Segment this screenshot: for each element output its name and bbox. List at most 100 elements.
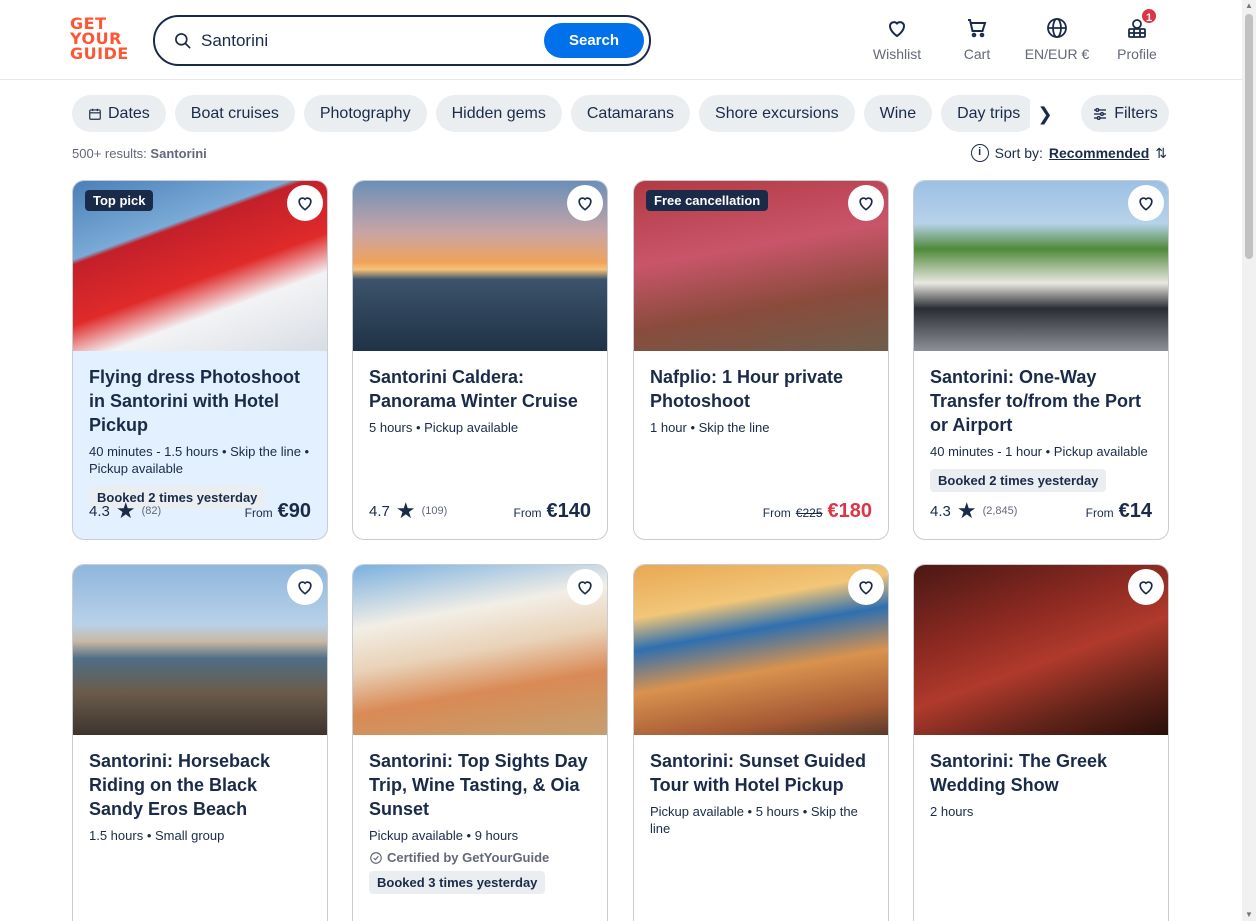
activity-card[interactable]: Santorini: Sunset Guided Tour with Hotel… — [633, 564, 889, 921]
activity-image — [914, 181, 1168, 351]
chip-label: Photography — [319, 104, 411, 122]
locale-label: EN/EUR € — [1024, 46, 1090, 62]
cart-icon — [968, 19, 987, 38]
scrollbar-thumb[interactable] — [1245, 14, 1253, 259]
price: From €90 — [245, 500, 311, 523]
certified-check-icon — [370, 851, 382, 864]
card-tag: Top pick — [85, 190, 154, 211]
wishlist-toggle[interactable] — [287, 185, 323, 221]
rating-value: 4.3 — [89, 502, 110, 520]
activity-card[interactable]: Free cancellation Nafplio: 1 Hour privat… — [633, 180, 889, 540]
heart-icon — [578, 197, 592, 211]
results-query: Santorini — [150, 146, 207, 161]
heart-icon — [1139, 581, 1153, 595]
sort-control[interactable]: i Sort by: Recommended ⇅ — [970, 144, 1167, 162]
card-title[interactable]: Santorini: Horseback Riding on the Black… — [89, 749, 311, 821]
card-meta: 5 hours • Pickup available — [369, 420, 519, 435]
card-title[interactable]: Santorini: Sunset Guided Tour with Hotel… — [650, 749, 872, 797]
chip-label: Dates — [108, 104, 150, 122]
wishlist-toggle[interactable] — [287, 569, 323, 605]
sale-price: €180 — [827, 499, 873, 522]
wishlist-toggle[interactable] — [848, 569, 884, 605]
wishlist-toggle[interactable] — [1128, 569, 1164, 605]
chip-shore-excursions[interactable]: Shore excursions — [699, 95, 855, 132]
cart-nav[interactable]: Cart — [932, 16, 1022, 62]
profile-notification-badge: 1 — [1140, 7, 1158, 25]
activity-card[interactable]: Santorini: Horseback Riding on the Black… — [72, 564, 328, 921]
logo-line-3: GUIDE — [70, 44, 129, 63]
chip-label: Wine — [879, 104, 917, 122]
activity-image: Free cancellation — [634, 181, 888, 351]
cart-label: Cart — [963, 46, 991, 62]
activity-card[interactable]: Santorini: The Greek Wedding Show 2 hour… — [913, 564, 1169, 921]
wishlist-nav[interactable]: Wishlist — [852, 16, 942, 62]
wishlist-label: Wishlist — [872, 46, 922, 62]
card-title[interactable]: Santorini: One-Way Transfer to/from the … — [930, 365, 1152, 437]
activity-image — [914, 565, 1168, 735]
profile-nav[interactable]: 1 Profile — [1092, 7, 1182, 62]
wishlist-toggle[interactable] — [567, 185, 603, 221]
price-from: From — [762, 505, 791, 520]
activity-image — [634, 565, 888, 735]
card-tag: Free cancellation — [646, 190, 769, 211]
scroll-down-arrow[interactable]: ▼ — [1245, 911, 1253, 919]
activity-card[interactable]: Santorini: Top Sights Day Trip, Wine Tas… — [352, 564, 608, 921]
results-count-text: 500+ results: — [72, 146, 147, 161]
search-input[interactable] — [201, 28, 541, 54]
chip-wine[interactable]: Wine — [863, 95, 933, 132]
activity-card[interactable]: Top pick Flying dress Photoshoot in Sant… — [72, 180, 328, 540]
heart-icon — [298, 581, 312, 595]
wishlist-toggle[interactable] — [1128, 185, 1164, 221]
card-title[interactable]: Santorini: The Greek Wedding Show — [930, 749, 1152, 797]
chip-day-trips[interactable]: Day trips — [941, 95, 1032, 132]
certified-label: Certified by GetYourGuide — [387, 850, 550, 865]
certified-badge: Certified by GetYourGuide — [369, 850, 591, 865]
sliders-icon — [1094, 107, 1107, 120]
card-meta: Pickup available • 5 hours • Skip the li… — [650, 804, 858, 836]
rating: 4.3 ★ (2,845) — [930, 500, 1017, 522]
chip-dates[interactable]: Dates — [72, 95, 166, 132]
profile-label: Profile — [1117, 46, 1157, 62]
price-from: From — [513, 505, 542, 520]
chip-photography[interactable]: Photography — [303, 95, 427, 132]
chip-hidden-gems[interactable]: Hidden gems — [435, 95, 562, 132]
activity-card[interactable]: Santorini: One-Way Transfer to/from the … — [913, 180, 1169, 540]
heart-icon — [888, 21, 906, 38]
sort-value[interactable]: Recommended — [1049, 145, 1149, 161]
price-amount: €90 — [277, 499, 311, 522]
page-scrollbar[interactable]: ▲ ▼ — [1242, 0, 1256, 921]
results-count: 500+ results: Santorini — [72, 146, 207, 161]
card-meta: 1.5 hours • Small group — [89, 828, 225, 843]
filters-button[interactable]: Filters — [1081, 95, 1169, 132]
getyourguide-logo[interactable]: GET YOUR GUIDE — [70, 16, 130, 64]
locale-nav[interactable]: EN/EUR € — [1012, 16, 1102, 62]
review-count: (2,845) — [982, 505, 1018, 517]
top-header: GET YOUR GUIDE Search Wishlist Cart EN/E… — [0, 0, 1242, 80]
search-bar: Search — [153, 15, 651, 66]
sort-arrows-icon: ⇅ — [1155, 144, 1167, 161]
card-meta: 2 hours — [930, 804, 974, 819]
card-title[interactable]: Flying dress Photoshoot in Santorini wit… — [89, 365, 311, 437]
review-count: (82) — [141, 505, 162, 517]
sort-label: Sort by: — [994, 145, 1043, 161]
search-button[interactable]: Search — [544, 23, 644, 58]
chip-boat-cruises[interactable]: Boat cruises — [174, 95, 295, 132]
heart-icon — [1139, 197, 1153, 211]
card-meta: 40 minutes - 1 hour • Pickup available — [930, 444, 1148, 459]
chip-catamarans[interactable]: Catamarans — [570, 95, 691, 132]
review-count: (109) — [421, 505, 448, 517]
chevron-right-icon[interactable]: ❯ — [1030, 100, 1060, 128]
activity-image — [353, 181, 607, 351]
wishlist-toggle[interactable] — [848, 185, 884, 221]
card-meta: Pickup available • 9 hours — [369, 828, 519, 843]
info-icon[interactable]: i — [970, 144, 989, 162]
card-title[interactable]: Santorini: Top Sights Day Trip, Wine Tas… — [369, 749, 591, 821]
card-title[interactable]: Nafplio: 1 Hour private Photoshoot — [650, 365, 872, 413]
card-title[interactable]: Santorini Caldera: Panorama Winter Cruis… — [369, 365, 591, 413]
scroll-up-arrow[interactable]: ▲ — [1245, 2, 1253, 10]
wishlist-toggle[interactable] — [567, 569, 603, 605]
activity-card[interactable]: Santorini Caldera: Panorama Winter Cruis… — [352, 180, 608, 540]
activity-image — [353, 565, 607, 735]
card-meta: 40 minutes - 1.5 hours • Skip the line •… — [89, 444, 310, 476]
chip-label: Boat cruises — [190, 104, 279, 122]
